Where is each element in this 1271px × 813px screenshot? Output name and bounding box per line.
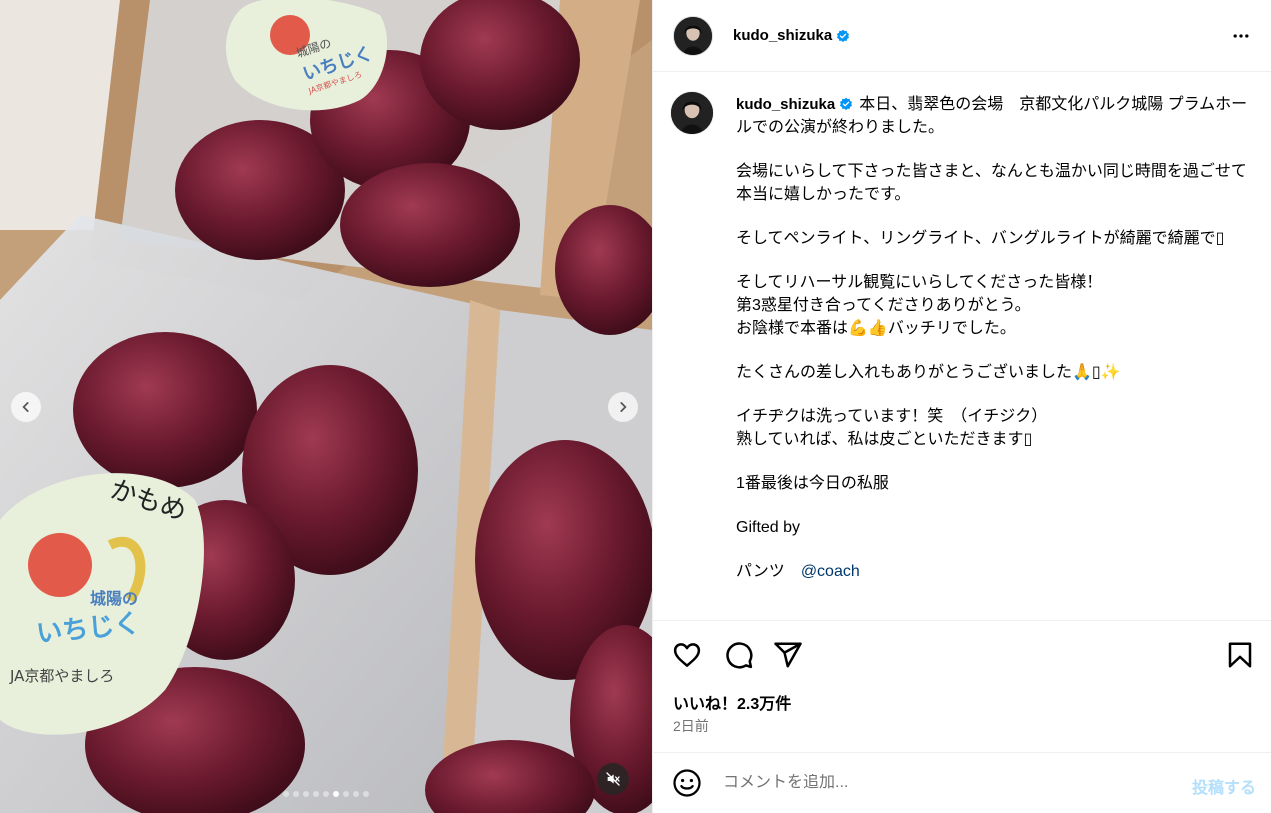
previous-slide-button[interactable]: [11, 392, 41, 422]
carousel-dot: [303, 791, 309, 797]
caption-username[interactable]: kudo_shizuka: [736, 96, 835, 113]
comment-input[interactable]: [723, 774, 1163, 792]
caption-line: たくさんの差し入れもありがとうございました🙏▯✨: [736, 364, 1121, 381]
verified-badge-icon: [840, 97, 853, 111]
mention-link[interactable]: @coach: [801, 563, 860, 580]
chevron-left-icon: [22, 402, 29, 412]
caption-text: kudo_shizuka 本日、翡翠色の会場 京都文化パルク城陽 プラムホールで…: [736, 93, 1251, 583]
more-options-icon[interactable]: [1230, 26, 1252, 46]
carousel-dot: [313, 791, 319, 797]
chevron-right-icon: [620, 402, 627, 412]
speaker-muted-icon: [606, 772, 620, 786]
bookmark-icon: [1228, 642, 1252, 668]
comment-bubble-icon: [726, 642, 753, 669]
caption-line: パンツ @coach: [736, 560, 1251, 583]
comment-button[interactable]: [723, 639, 755, 671]
fig-photo: [0, 0, 652, 813]
caption-area[interactable]: kudo_shizuka 本日、翡翠色の会場 京都文化パルク城陽 プラムホールで…: [653, 73, 1271, 621]
carousel-dot: [363, 791, 369, 797]
caption-line: 1番最後は今日の私服: [736, 475, 889, 492]
carousel-dot: [353, 791, 359, 797]
comment-composer: 投稿する: [653, 752, 1271, 813]
share-button[interactable]: [772, 639, 804, 671]
profile-photo-icon: [671, 92, 713, 134]
caption-line: kudo_shizuka 本日、翡翠色の会場 京都文化パルク城陽 プラムホールで…: [736, 93, 1251, 139]
emoji-picker-button[interactable]: [671, 767, 703, 799]
profile-photo-icon: [674, 16, 712, 55]
caption-line: 熟していれば、私は皮ごといただきます▯: [736, 431, 1033, 448]
paper-plane-icon: [774, 642, 802, 668]
caption-avatar[interactable]: [670, 91, 714, 135]
like-count[interactable]: いいね！2.3万件: [673, 690, 791, 714]
next-slide-button[interactable]: [608, 392, 638, 422]
post-media: 城陽の いちじく JA京都やましろ かもめ 城陽の いちじく JA京都やましろ: [0, 0, 652, 813]
post-timestamp[interactable]: 2日前: [673, 716, 709, 736]
smiley-icon: [673, 769, 701, 797]
verified-badge-icon: [837, 29, 850, 42]
caption-line: そしてリハーサル観覧にいらしてくださった皆様！: [736, 274, 1103, 291]
carousel-dot: [343, 791, 349, 797]
caption-line: お陰様で本番は💪👍バッチリでした。: [736, 320, 1016, 337]
carousel-dot: [283, 791, 289, 797]
carousel-dot: [333, 791, 339, 797]
caption-line: イチヂクは洗っています！笑 （イチジク）: [736, 408, 1048, 425]
avatar[interactable]: [673, 15, 713, 56]
caption-line: そしてペンライト、リングライト、バングルライトが綺麗で綺麗で▯: [736, 230, 1225, 247]
author-username[interactable]: kudo_shizuka: [733, 27, 832, 44]
like-button[interactable]: [671, 639, 703, 671]
carousel-indicator: [0, 791, 652, 797]
heart-icon: [673, 643, 701, 667]
fig-label-bottom-line3: JA京都やましろ: [10, 667, 115, 685]
post-comment-button[interactable]: 投稿する: [1192, 774, 1256, 798]
caption-line: Gifted by: [736, 519, 801, 536]
action-bar: [653, 622, 1271, 688]
caption-line: 会場にいらして下さった皆さまと、なんとも温かい同じ時間を過ごせて本当に嬉しかった…: [736, 163, 1247, 203]
carousel-dot: [293, 791, 299, 797]
post-header: kudo_shizuka: [653, 0, 1271, 72]
post-detail-panel: kudo_shizuka kudo_shizuka 本日、翡翠色の会場 京都文化…: [652, 0, 1271, 813]
save-button[interactable]: [1224, 639, 1256, 671]
caption-line-text: パンツ: [736, 563, 801, 580]
carousel-dot: [323, 791, 329, 797]
caption-line: 第3惑星付き合ってくださりありがとう。: [736, 297, 1031, 314]
